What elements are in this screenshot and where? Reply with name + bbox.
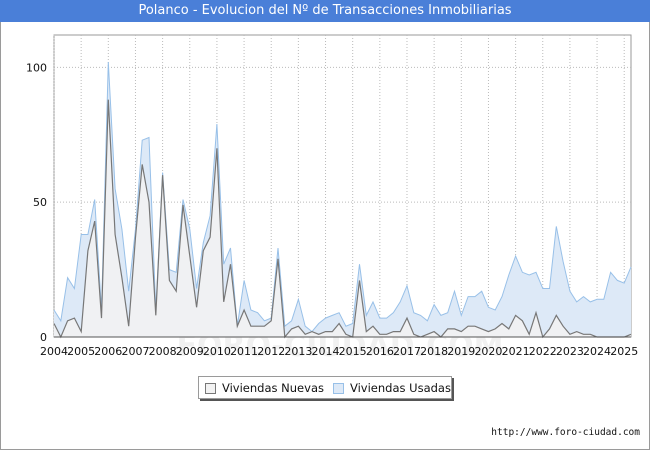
- x-tick-label: 2023: [556, 345, 584, 358]
- legend-item-usadas: Viviendas Usadas: [333, 381, 451, 395]
- x-tick-label: 2024: [583, 345, 611, 358]
- legend: Viviendas Nuevas Viviendas Usadas: [198, 376, 452, 399]
- series-areas: [53, 61, 632, 339]
- x-tick-label: 2017: [393, 345, 421, 358]
- x-tick-label: 2012: [257, 345, 285, 358]
- x-tick-label: 2011: [230, 345, 258, 358]
- x-tick-label: 2022: [529, 345, 557, 358]
- x-tick-label: 2020: [474, 345, 502, 358]
- source-url: http://www.foro-ciudad.com: [491, 427, 640, 438]
- x-tick-label: 2007: [121, 345, 149, 358]
- x-tick-label: 2009: [176, 345, 204, 358]
- x-tick-label: 2005: [67, 345, 95, 358]
- legend-item-nuevas: Viviendas Nuevas: [205, 381, 324, 395]
- y-tick-label: 50: [33, 196, 47, 209]
- x-tick-label: 2014: [312, 345, 340, 358]
- x-tick-label: 2025: [610, 345, 638, 358]
- x-tick-label: 2016: [366, 345, 394, 358]
- x-tick-label: 2010: [203, 345, 231, 358]
- x-tick-label: 2021: [502, 345, 530, 358]
- x-tick-label: 2008: [149, 345, 177, 358]
- x-tick-label: 2019: [447, 345, 475, 358]
- y-axis: 0 50 100: [26, 61, 47, 344]
- legend-label-nuevas: Viviendas Nuevas: [222, 381, 324, 395]
- x-tick-label: 2006: [94, 345, 122, 358]
- x-tick-label: 2015: [339, 345, 367, 358]
- y-tick-label: 100: [26, 61, 47, 74]
- x-tick-label: 2004: [40, 345, 68, 358]
- y-tick-label: 0: [40, 331, 47, 344]
- legend-label-usadas: Viviendas Usadas: [350, 381, 451, 395]
- x-tick-label: 2018: [420, 345, 448, 358]
- legend-swatch-usadas: [333, 382, 344, 394]
- legend-swatch-nuevas: [205, 382, 216, 394]
- x-tick-label: 2013: [284, 345, 312, 358]
